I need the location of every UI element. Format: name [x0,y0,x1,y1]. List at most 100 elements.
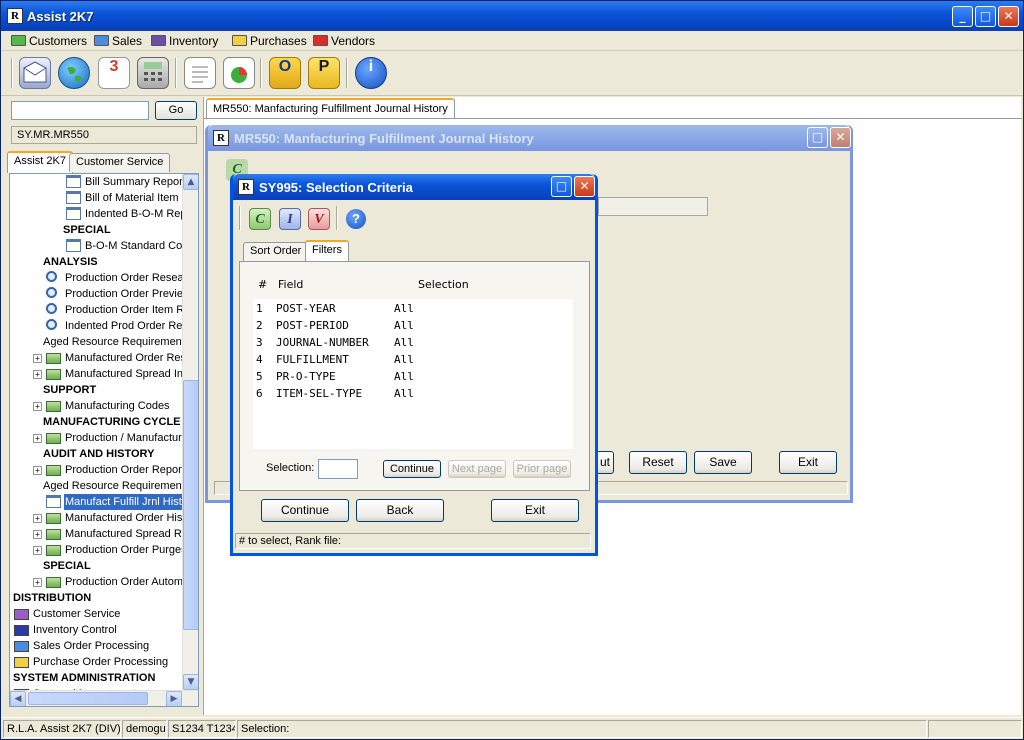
expand-icon[interactable]: + [33,530,42,539]
outlook-icon[interactable]: O [269,57,301,89]
menu-inventory[interactable]: Inventory [149,33,218,49]
criteria-list[interactable]: 1 POST-YEAR All 2 POST-PERIOD All 3 JOURNAL-NUM… [253,299,573,449]
expand-icon[interactable]: + [33,578,42,587]
prior-page-button[interactable]: Prior page [513,460,571,478]
c-icon[interactable]: C [249,208,271,230]
tree-item[interactable]: Production Order Preview [10,286,182,302]
tree-item[interactable]: Purchase Order Processing [10,654,182,670]
tree-item[interactable]: B-O-M Standard Cost R [10,238,182,254]
tree-item[interactable]: Production Order Item Res [10,302,182,318]
mr550-button-partial[interactable]: ut [596,451,614,474]
tree-item[interactable]: AUDIT AND HISTORY [10,446,182,462]
expand-icon[interactable]: + [33,370,42,379]
scroll-right-arrow-icon[interactable]: ▶ [166,691,182,706]
tree-item[interactable]: + Production Order Reports [10,462,182,478]
criteria-row[interactable]: 2 POST-PERIOD All [253,318,573,334]
mr550-save-button[interactable]: Save [694,451,752,474]
tree-item[interactable]: MANUFACTURING CYCLE [10,414,182,430]
v-icon[interactable]: V [308,208,330,230]
info-icon[interactable]: i [355,57,387,89]
tab-filters[interactable]: Filters [305,240,349,262]
mr550-exit-button[interactable]: Exit [779,451,837,474]
tree-item[interactable]: + Production Order Automati [10,574,182,590]
path-field[interactable]: SY.MR.MR550 [11,126,197,144]
tree-item[interactable]: + Manufactured Order Resea [10,350,182,366]
mr550-maximize-button[interactable]: □ [807,127,828,148]
expand-icon[interactable]: + [33,354,42,363]
minimize-button[interactable]: _ [952,6,973,27]
criteria-row[interactable]: 5 PR-O-TYPE All [253,369,573,385]
globe-icon[interactable] [58,57,90,89]
inner-continue-button[interactable]: Continue [383,460,441,478]
tree-item[interactable]: SYSTEM ADMINISTRATION [10,670,182,686]
tree-item[interactable]: + Manufactured Order Hist R [10,510,182,526]
tab-customer-service[interactable]: Customer Service [69,153,171,172]
scroll-left-arrow-icon[interactable]: ◀ [10,691,26,706]
menu-customers[interactable]: Customers [9,33,87,49]
criteria-row[interactable]: 4 FULFILLMENT All [253,352,573,368]
tree-item[interactable]: Inventory Control [10,622,182,638]
search-input[interactable] [11,101,149,120]
calculator-icon[interactable] [137,57,169,89]
back-button[interactable]: Back [356,499,444,522]
calendar-icon[interactable]: 3 [98,57,130,89]
i-icon[interactable]: I [279,208,301,230]
tree-item[interactable]: Indented Prod Order Rese [10,318,182,334]
expand-icon[interactable]: + [33,546,42,555]
mr550-close-button[interactable]: ✕ [830,127,851,148]
tree-item[interactable]: + Manufacturing Codes [10,398,182,414]
tree-item[interactable]: SPECIAL [10,222,182,238]
help-icon[interactable]: ? [346,209,366,229]
dialog-title-bar[interactable]: R SY995: Selection Criteria □ ✕ [233,174,595,200]
tab-assist-2k7[interactable]: Assist 2K7 [7,151,73,173]
tree-item[interactable]: Indented B-O-M Repor [10,206,182,222]
exit-button[interactable]: Exit [491,499,579,522]
tree-item[interactable]: DISTRIBUTION [10,590,182,606]
expand-icon[interactable]: + [33,466,42,475]
tree-horizontal-scrollbar[interactable]: ◀ ▶ [10,690,198,706]
tree-item[interactable]: + Production / Manufacturing [10,430,182,446]
report-icon[interactable] [184,57,216,89]
mr550-title-bar[interactable]: R MR550: Manfacturing Fulfillment Journa… [208,125,851,151]
tree-item[interactable]: Aged Resource Requirements [10,334,182,350]
menu-sales[interactable]: Sales [92,33,142,49]
tab-mr550[interactable]: MR550: Manfacturing Fulfillment Journal … [206,98,455,118]
tree-item[interactable]: Bill Summary Report [10,174,182,190]
scroll-thumb[interactable] [183,380,198,630]
continue-button[interactable]: Continue [261,499,349,522]
criteria-row[interactable]: 6 ITEM-SEL-TYPE All [253,386,573,402]
tree-item[interactable]: + Production Order Purges [10,542,182,558]
tree-item[interactable]: + Manufactured Spread Repo [10,526,182,542]
tree-vertical-scrollbar[interactable]: ▲ ▼ [182,174,198,690]
envelope-icon[interactable] [19,57,51,89]
close-button[interactable]: ✕ [998,6,1019,27]
next-page-button[interactable]: Next page [448,460,506,478]
mr550-reset-button[interactable]: Reset [629,451,687,474]
expand-icon[interactable]: + [33,402,42,411]
maximize-button[interactable]: □ [975,6,996,27]
tree-item[interactable]: Aged Resource Requirements R [10,478,182,494]
go-button[interactable]: Go [155,101,197,120]
tree-item[interactable]: Customer Service [10,606,182,622]
menu-vendors[interactable]: Vendors [311,33,375,49]
tree-item[interactable]: ANALYSIS [10,254,182,270]
chart-icon[interactable] [223,57,255,89]
selection-input[interactable] [318,459,358,479]
p-icon[interactable]: P [308,57,340,89]
tree-item[interactable]: Manufact Fulfill Jrnl History [10,494,182,510]
tree-item[interactable]: SPECIAL [10,558,182,574]
criteria-row[interactable]: 3 JOURNAL-NUMBER All [253,335,573,351]
dialog-maximize-button[interactable]: □ [551,176,572,197]
tree-item[interactable]: Bill of Material Item Rep [10,190,182,206]
dialog-close-button[interactable]: ✕ [574,176,595,197]
menu-purchases[interactable]: Purchases [230,33,307,49]
tree-item[interactable]: Sales Order Processing [10,638,182,654]
expand-icon[interactable]: + [33,434,42,443]
scroll-down-arrow-icon[interactable]: ▼ [183,674,198,690]
criteria-row[interactable]: 1 POST-YEAR All [253,301,573,317]
scroll-up-arrow-icon[interactable]: ▲ [183,174,198,190]
tree-item[interactable]: + Manufactured Spread Inqu [10,366,182,382]
mr550-field[interactable] [598,197,708,216]
expand-icon[interactable]: + [33,514,42,523]
tree-item[interactable]: Production Order Research [10,270,182,286]
